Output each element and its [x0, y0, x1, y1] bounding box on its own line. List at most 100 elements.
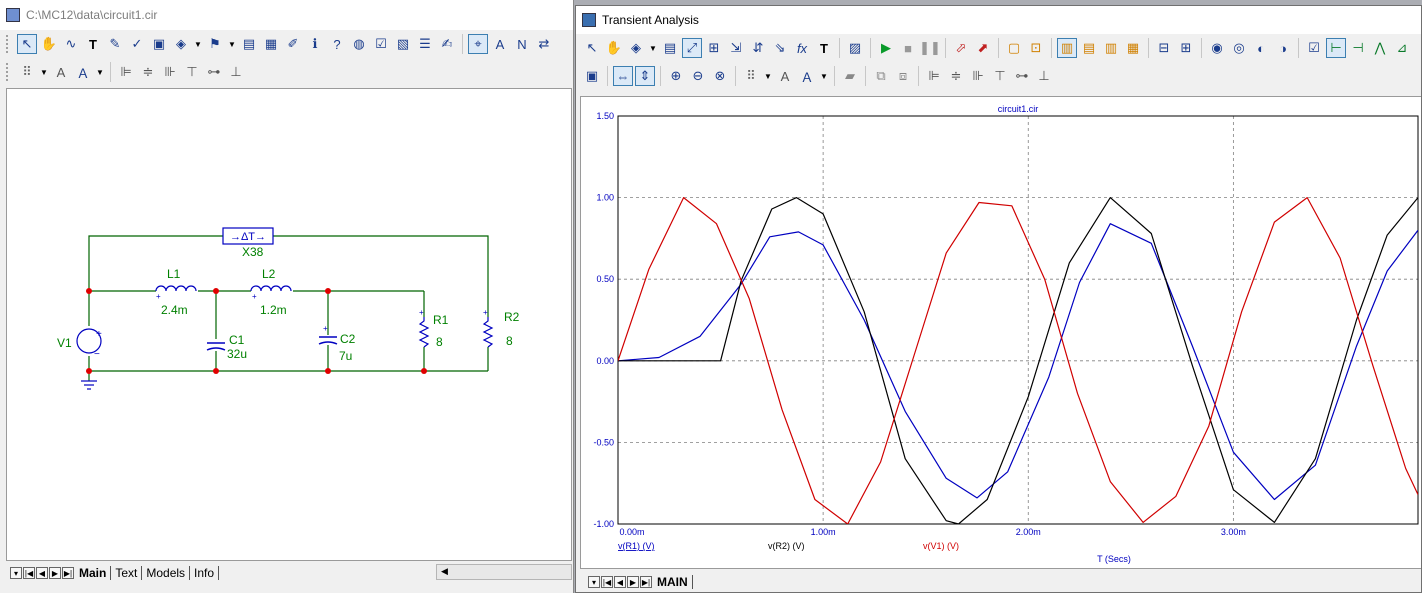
tab-main[interactable]: MAIN	[653, 575, 693, 589]
shape-icon[interactable]: ◈	[626, 38, 646, 58]
group-icon[interactable]: ⧉	[871, 66, 891, 86]
tab-next-icon[interactable]: ▶	[627, 576, 639, 588]
align-left-icon[interactable]: ⊫	[116, 62, 136, 82]
grid-dropdown-icon[interactable]: ▼	[39, 62, 49, 82]
align-right-icon[interactable]: ⊪	[968, 66, 988, 86]
align-right-icon[interactable]: ⊪	[160, 62, 180, 82]
grid-icon[interactable]: ⠿	[17, 62, 37, 82]
grid-icon[interactable]: ⠿	[741, 66, 761, 86]
font-dropdown-icon[interactable]: ▼	[95, 62, 105, 82]
grid-bold-icon[interactable]: ▥	[1057, 38, 1077, 58]
globe-icon[interactable]: ◍	[349, 34, 369, 54]
grid-minor-icon[interactable]: ▤	[1079, 38, 1099, 58]
component-icon[interactable]: ▣	[149, 34, 169, 54]
wire-draw-icon[interactable]: ✎	[105, 34, 125, 54]
scale-mode-icon[interactable]: ⤢	[682, 38, 702, 58]
capacitor-c1[interactable]	[206, 342, 226, 351]
pan-hand-icon[interactable]: ✋	[39, 34, 59, 54]
pause-icon[interactable]: ❚❚	[919, 38, 941, 58]
resistor-r2[interactable]	[482, 317, 494, 348]
auto-scale-icon[interactable]: ⊞	[704, 38, 724, 58]
schematic-hscrollbar[interactable]: ◀	[436, 564, 572, 580]
tab-last-icon[interactable]: ▶|	[62, 567, 74, 579]
attribute-text-icon[interactable]: A	[490, 34, 510, 54]
tab-first-icon[interactable]: |◀	[23, 567, 35, 579]
optimize-icon[interactable]: ⬈	[973, 38, 993, 58]
l1-value[interactable]: 2.4m	[161, 303, 188, 317]
c2-label[interactable]: C2	[340, 332, 356, 346]
l2-label[interactable]: L2	[262, 267, 276, 281]
c2-value[interactable]: 7u	[339, 349, 352, 363]
align-left-icon[interactable]: ⊫	[924, 66, 944, 86]
pin-icon[interactable]: ✓	[127, 34, 147, 54]
picture-icon[interactable]: ▤	[239, 34, 259, 54]
shape-icon[interactable]: ◈	[171, 34, 191, 54]
tab-first-icon[interactable]: |◀	[601, 576, 613, 588]
ungroup-icon[interactable]: ⧈	[893, 66, 913, 86]
list-icon[interactable]: ☰	[415, 34, 435, 54]
capacitor-c2[interactable]	[318, 336, 338, 345]
scroll-left-icon[interactable]: ◀	[441, 566, 448, 577]
align-middle-icon[interactable]: ⊶	[1012, 66, 1032, 86]
x38-delay-block[interactable]: →ΔT→	[222, 227, 274, 245]
zoom-high-icon[interactable]: ◐	[1251, 38, 1271, 58]
text-icon[interactable]: T	[814, 38, 834, 58]
align-bottom-icon[interactable]: ⊥	[1034, 66, 1054, 86]
tab-text[interactable]: Text	[111, 566, 143, 580]
node-voltage-icon[interactable]: N	[512, 34, 532, 54]
vertical-split-icon[interactable]: ⊞	[1176, 38, 1196, 58]
r1-label[interactable]: R1	[433, 313, 449, 327]
picture-icon[interactable]: ▤	[660, 38, 680, 58]
legend-entry-2[interactable]: v(V1) (V)	[923, 541, 959, 551]
source-v1[interactable]: + −	[76, 328, 102, 360]
info-icon[interactable]: ℹ	[305, 34, 325, 54]
c1-label[interactable]: C1	[229, 333, 245, 347]
help-icon[interactable]: ?	[327, 34, 347, 54]
tokens-icon[interactable]: ⊡	[1026, 38, 1046, 58]
properties-icon[interactable]: ▨	[845, 38, 865, 58]
font-icon[interactable]: A	[51, 62, 71, 82]
inductor-l2[interactable]	[250, 285, 292, 292]
tab-models[interactable]: Models	[142, 566, 191, 580]
select-mode-icon[interactable]: ↖	[17, 34, 37, 54]
align-top-icon[interactable]: ⊤	[990, 66, 1010, 86]
zoom-valley-icon[interactable]: ◎	[1229, 38, 1249, 58]
horizontal-split-icon[interactable]: ⊟	[1154, 38, 1174, 58]
zoom-low-icon[interactable]: ◑	[1273, 38, 1293, 58]
align-center-icon[interactable]: ≑	[138, 62, 158, 82]
stop-icon[interactable]: ■	[898, 38, 918, 58]
tab-next-icon[interactable]: ▶	[49, 567, 61, 579]
data-points-icon[interactable]: ▢	[1004, 38, 1024, 58]
legend-entry-1[interactable]: v(R2) (V)	[768, 541, 805, 551]
edit-properties-icon[interactable]: ☑	[1304, 38, 1324, 58]
resistor-r1[interactable]	[418, 317, 430, 348]
vertical-axis-icon[interactable]: ▦	[1123, 38, 1143, 58]
align-bottom-icon[interactable]: ⊥	[226, 62, 246, 82]
tab-scroll-down-icon[interactable]: ▾	[10, 567, 22, 579]
font-icon[interactable]: A	[775, 66, 795, 86]
tab-main[interactable]: Main	[75, 566, 112, 580]
shape-dropdown-icon[interactable]: ▼	[648, 38, 658, 58]
zoom-in-icon[interactable]: ⊕	[666, 66, 686, 86]
slope-icon[interactable]: ⊿	[1392, 38, 1412, 58]
pencil-icon[interactable]: ✐	[283, 34, 303, 54]
x38-label[interactable]: X38	[242, 245, 264, 259]
font-style-icon[interactable]: Ａ	[797, 66, 817, 86]
checkbox-icon[interactable]: ☑	[371, 34, 391, 54]
wire-mode-icon[interactable]: ∿	[61, 34, 81, 54]
text-mode-icon[interactable]: T	[83, 34, 103, 54]
tab-scroll-down-icon[interactable]: ▾	[588, 576, 600, 588]
shape-dropdown-icon[interactable]: ▼	[193, 34, 203, 54]
align-center-icon[interactable]: ≑	[946, 66, 966, 86]
v1-label[interactable]: V1	[57, 336, 72, 350]
pan-hand-icon[interactable]: ✋	[604, 38, 624, 58]
fit-height-icon[interactable]: ⇕	[635, 66, 655, 86]
plot-canvas[interactable]: 0.00m 1.00m 2.00m 3.00m 1.50 1.00 0.50 0.00 -0.5…	[580, 96, 1421, 569]
analysis-titlebar[interactable]: Transient Analysis	[576, 6, 1421, 34]
zoom-out-icon[interactable]: ⊖	[688, 66, 708, 86]
edit-icon[interactable]: ✍	[437, 34, 457, 54]
r2-value[interactable]: 8	[506, 334, 513, 348]
font-dropdown-icon[interactable]: ▼	[819, 66, 829, 86]
align-middle-icon[interactable]: ⊶	[204, 62, 224, 82]
node-number-icon[interactable]: ⌖	[468, 34, 488, 54]
